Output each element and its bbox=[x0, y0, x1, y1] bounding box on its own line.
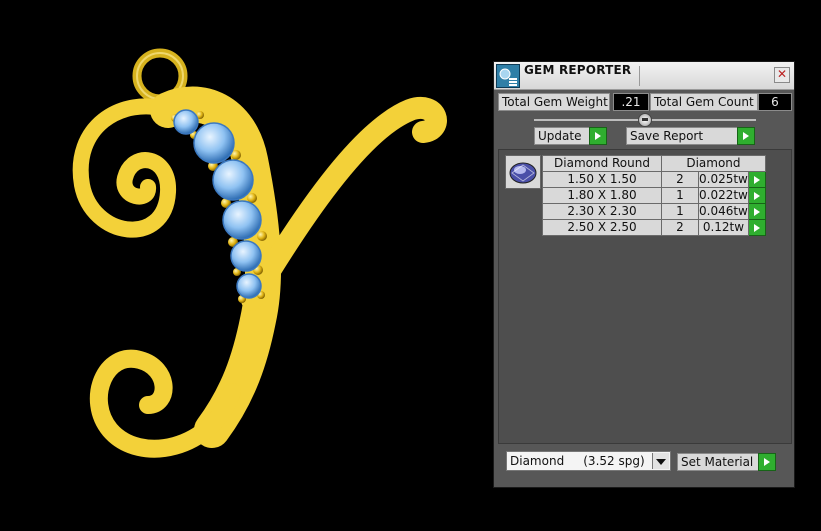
select-gem-button[interactable] bbox=[747, 203, 766, 220]
gem-table: Diamond Round Diamond 1.50 X 1.50 2 0.02… bbox=[542, 155, 766, 236]
material-selected-value: Diamond (3.52 spg) bbox=[510, 454, 645, 468]
table-row: 2.50 X 2.50 2 0.12tw bbox=[542, 219, 766, 236]
go-arrow-icon bbox=[758, 453, 776, 471]
set-material-button[interactable]: Set Material bbox=[677, 453, 776, 471]
select-gem-button[interactable] bbox=[747, 187, 766, 204]
gem-size-cell: 2.30 X 2.30 bbox=[542, 203, 662, 220]
go-arrow-icon bbox=[737, 127, 755, 145]
total-gem-weight-label: Total Gem Weight bbox=[498, 93, 610, 111]
select-gem-button[interactable] bbox=[747, 171, 766, 188]
round-diamond-icon[interactable] bbox=[505, 155, 541, 189]
gem-reporter-app-icon bbox=[496, 64, 520, 88]
letter-y-pendant bbox=[72, 48, 447, 458]
gem-weight-cell: 0.046tw bbox=[698, 203, 749, 220]
gem-weight-cell: 0.12tw bbox=[698, 219, 749, 236]
gem-shape-header: Diamond Round bbox=[542, 155, 662, 172]
gem-count-cell: 1 bbox=[661, 187, 699, 204]
gem-size-cell: 1.80 X 1.80 bbox=[542, 187, 662, 204]
gem-reporter-panel: GEM REPORTER ✕ Total Gem Weight .21 Tota… bbox=[493, 61, 795, 488]
gem-weight-cell: 0.022tw bbox=[698, 187, 749, 204]
gem-weight-cell: 0.025tw bbox=[698, 171, 749, 188]
save-report-button-label: Save Report bbox=[630, 129, 704, 143]
set-material-button-label: Set Material bbox=[681, 455, 754, 469]
select-gem-button[interactable] bbox=[747, 219, 766, 236]
gem-size-cell: 2.50 X 2.50 bbox=[542, 219, 662, 236]
table-row: 1.80 X 1.80 1 0.022tw bbox=[542, 187, 766, 204]
update-button[interactable]: Update bbox=[534, 127, 607, 145]
gem-count-cell: 2 bbox=[661, 219, 699, 236]
title-separator bbox=[639, 66, 640, 86]
gem-count-cell: 1 bbox=[661, 203, 699, 220]
material-dropdown[interactable]: Diamond (3.52 spg) bbox=[506, 451, 671, 471]
table-row: 2.30 X 2.30 1 0.046tw bbox=[542, 203, 766, 220]
save-report-button[interactable]: Save Report bbox=[626, 127, 755, 145]
total-gem-count-label: Total Gem Count bbox=[650, 93, 758, 111]
update-button-label: Update bbox=[538, 129, 582, 143]
slider-handle[interactable] bbox=[638, 113, 652, 127]
gem-size-cell: 1.50 X 1.50 bbox=[542, 171, 662, 188]
gem-list-area: Diamond Round Diamond 1.50 X 1.50 2 0.02… bbox=[498, 149, 792, 444]
summary-row: Total Gem Weight .21 Total Gem Count 6 bbox=[498, 93, 792, 111]
table-row: 1.50 X 1.50 2 0.025tw bbox=[542, 171, 766, 188]
close-icon[interactable]: ✕ bbox=[774, 67, 790, 83]
gem-material-header: Diamond bbox=[661, 155, 766, 172]
gem-count-cell: 2 bbox=[661, 171, 699, 188]
total-gem-count-value: 6 bbox=[758, 93, 792, 111]
title-bar[interactable]: GEM REPORTER ✕ bbox=[494, 62, 794, 90]
3d-viewport[interactable] bbox=[0, 0, 490, 531]
go-arrow-icon bbox=[589, 127, 607, 145]
window-title: GEM REPORTER bbox=[524, 63, 632, 77]
total-gem-weight-value: .21 bbox=[613, 93, 649, 111]
chevron-down-icon[interactable] bbox=[652, 453, 669, 469]
